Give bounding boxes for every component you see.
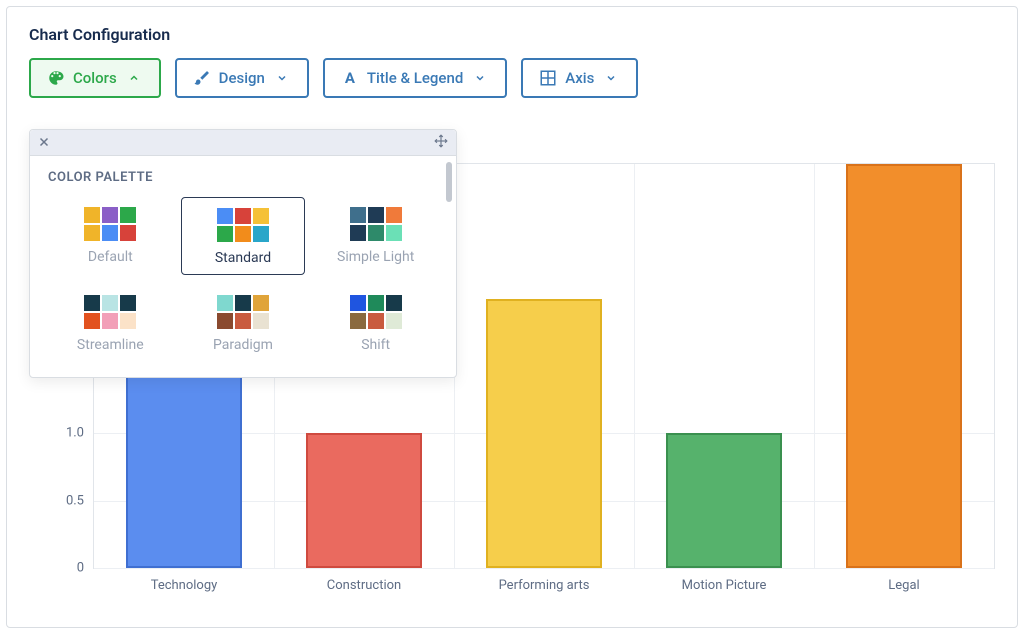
axis-button-label: Axis bbox=[565, 69, 594, 87]
popup-scrollbar[interactable] bbox=[446, 162, 452, 202]
x-tick-label: Motion Picture bbox=[682, 568, 767, 593]
brush-icon bbox=[193, 69, 211, 87]
design-button-label: Design bbox=[219, 69, 265, 87]
bar bbox=[846, 164, 961, 568]
palette-option-default[interactable]: Default bbox=[48, 197, 173, 275]
chevron-up-icon bbox=[125, 69, 143, 87]
bar bbox=[486, 299, 601, 568]
palette-name: Simple Light bbox=[337, 249, 414, 265]
title-legend-button-label: Title & Legend bbox=[367, 69, 463, 87]
color-palette-popup: COLOR PALETTE Default Standard Simple Ligh… bbox=[29, 129, 457, 378]
grid-icon bbox=[539, 69, 557, 87]
bar bbox=[306, 433, 421, 568]
x-tick-label: Performing arts bbox=[499, 568, 590, 593]
palette-option-paradigm[interactable]: Paradigm bbox=[181, 285, 306, 361]
axis-button[interactable]: Axis bbox=[521, 58, 638, 98]
chevron-down-icon bbox=[602, 69, 620, 87]
palette-swatch bbox=[84, 207, 136, 241]
palette-name: Paradigm bbox=[213, 337, 273, 353]
x-tick-label: Construction bbox=[327, 568, 401, 593]
colors-button-label: Colors bbox=[73, 69, 117, 87]
popup-header[interactable] bbox=[30, 130, 456, 156]
palette-grid: Default Standard Simple Light Streamline Par… bbox=[48, 197, 438, 361]
y-tick-label: 0.5 bbox=[66, 493, 94, 508]
palette-swatch bbox=[350, 207, 402, 241]
palette-name: Streamline bbox=[77, 337, 144, 353]
design-button[interactable]: Design bbox=[175, 58, 309, 98]
title-legend-button[interactable]: A Title & Legend bbox=[323, 58, 507, 98]
palette-name: Default bbox=[88, 249, 133, 265]
x-tick-label: Legal bbox=[888, 568, 919, 593]
palette-icon bbox=[47, 69, 65, 87]
grid-col bbox=[634, 164, 635, 568]
config-toolbar: Colors Design A Title & Legend bbox=[7, 58, 1017, 108]
chevron-down-icon bbox=[273, 69, 291, 87]
chevron-down-icon bbox=[471, 69, 489, 87]
palette-name: Shift bbox=[361, 337, 390, 353]
y-tick-label: 1.0 bbox=[66, 426, 94, 441]
panel-title: Chart Configuration bbox=[7, 7, 1017, 58]
palette-swatch bbox=[350, 295, 402, 329]
palette-option-shift[interactable]: Shift bbox=[313, 285, 438, 361]
palette-option-streamline[interactable]: Streamline bbox=[48, 285, 173, 361]
move-icon[interactable] bbox=[434, 133, 448, 152]
colors-button[interactable]: Colors bbox=[29, 58, 161, 98]
palette-name: Standard bbox=[215, 250, 271, 266]
grid-col bbox=[814, 164, 815, 568]
popup-section-label: COLOR PALETTE bbox=[48, 170, 438, 185]
palette-swatch bbox=[217, 208, 269, 242]
letter-a-icon: A bbox=[341, 69, 359, 87]
y-tick-label: 0 bbox=[77, 561, 94, 576]
bar bbox=[666, 433, 781, 568]
palette-swatch bbox=[217, 295, 269, 329]
chart-config-panel: Chart Configuration Colors Design A Titl… bbox=[6, 6, 1018, 628]
palette-option-simple-light[interactable]: Simple Light bbox=[313, 197, 438, 275]
x-tick-label: Technology bbox=[151, 568, 218, 593]
palette-option-standard[interactable]: Standard bbox=[181, 197, 306, 275]
close-icon[interactable] bbox=[38, 133, 50, 152]
palette-swatch bbox=[84, 295, 136, 329]
